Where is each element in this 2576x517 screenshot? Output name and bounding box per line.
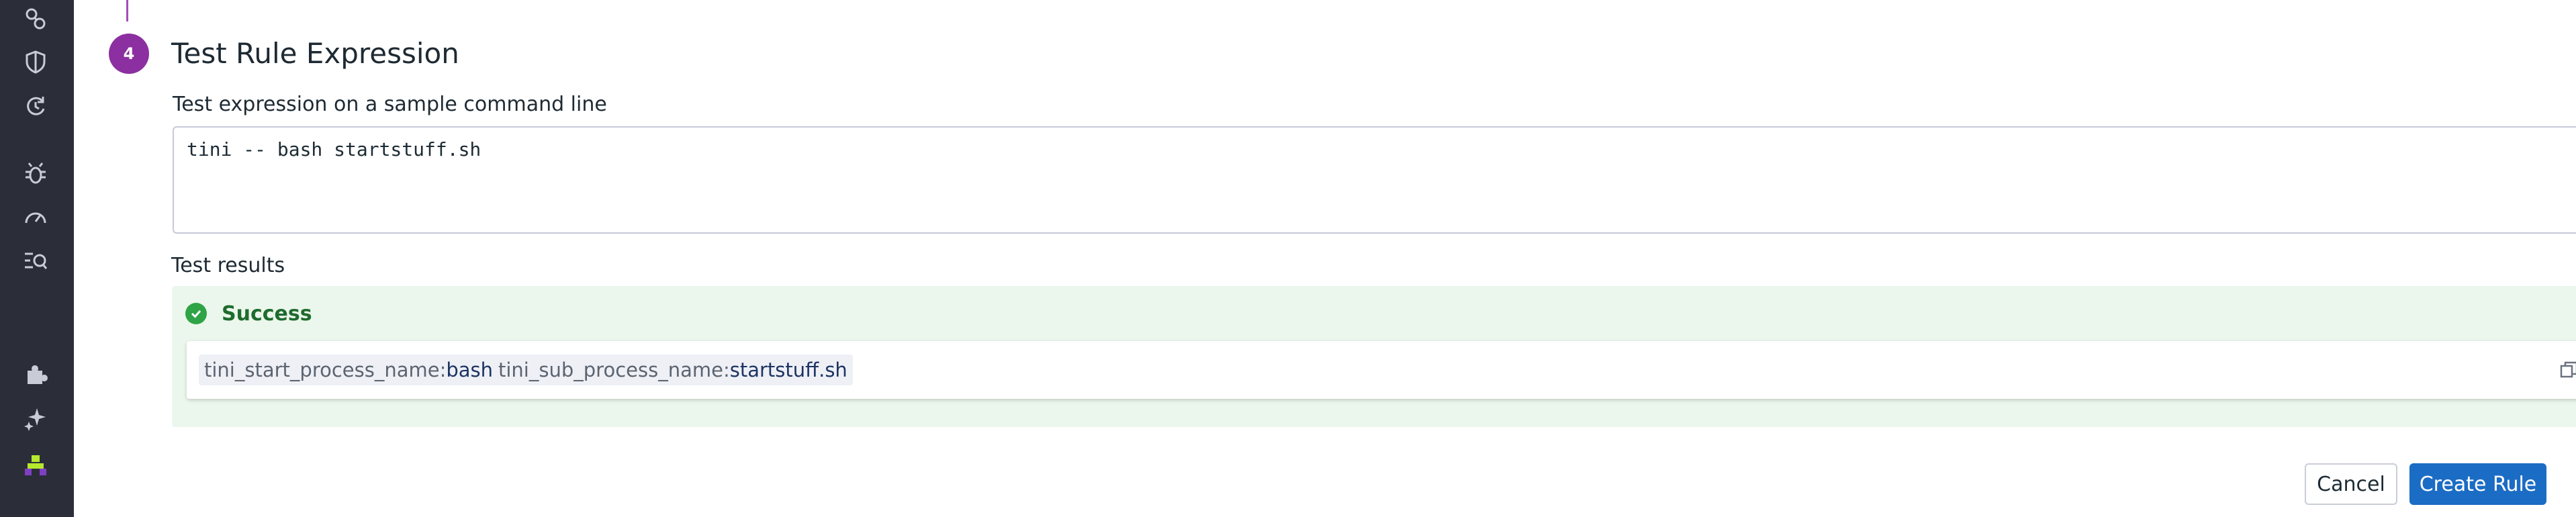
- step-title: Test Rule Expression: [171, 37, 459, 70]
- check-circle-icon: [185, 303, 207, 324]
- bug-icon[interactable]: [19, 157, 52, 189]
- gauge-icon[interactable]: [19, 201, 52, 234]
- sparkle-icon[interactable]: [19, 402, 52, 434]
- user-pixel-icon[interactable]: [19, 449, 52, 481]
- shield-icon[interactable]: [19, 46, 52, 78]
- expression-label: Test expression on a sample command line: [173, 93, 607, 116]
- sidebar-nav: [0, 0, 74, 517]
- tag-key: tini_sub_process_name:: [498, 359, 730, 381]
- copy-icon[interactable]: [2559, 359, 2576, 381]
- main-content: 4 Test Rule Expression Test expression o…: [74, 0, 2576, 517]
- tag-key: tini_start_process_name:: [204, 359, 447, 381]
- link-icon[interactable]: [19, 3, 52, 35]
- puzzle-icon[interactable]: [19, 359, 52, 391]
- refresh-icon[interactable]: [19, 90, 52, 122]
- tag-value: startstuff.sh: [729, 359, 847, 381]
- results-label: Test results: [171, 254, 285, 277]
- create-rule-button[interactable]: Create Rule: [2409, 463, 2546, 505]
- cancel-button[interactable]: Cancel: [2305, 463, 2397, 505]
- tag-value: bash: [446, 359, 494, 381]
- result-tags-card: tini_start_process_name:bash tini_sub_pr…: [187, 341, 2576, 399]
- step-number-badge: 4: [109, 34, 149, 74]
- search-list-icon[interactable]: [19, 244, 52, 277]
- result-tag: tini_start_process_name:bash: [199, 355, 499, 385]
- result-tag: tini_sub_process_name:startstuff.sh: [493, 355, 853, 385]
- step-connector: [126, 0, 128, 21]
- expression-input-value[interactable]: tini -- bash startstuff.sh: [187, 138, 481, 160]
- status-badge: Success: [222, 302, 312, 326]
- expression-input[interactable]: [173, 126, 2576, 234]
